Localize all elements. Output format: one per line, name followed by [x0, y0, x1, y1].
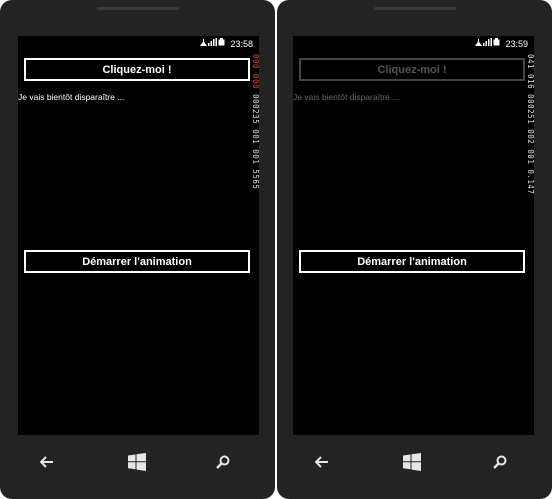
status-icons [475, 38, 500, 46]
back-arrow-icon[interactable] [38, 453, 56, 471]
frame-rate-counter-values: 000235 001 001 5565 [251, 94, 259, 190]
hardware-nav-bar [277, 435, 552, 499]
search-icon[interactable] [214, 453, 232, 471]
phone-left: 23:58 Cliquez-moi ! Je vais bientôt disp… [0, 0, 275, 499]
click-me-button[interactable]: Cliquez-moi ! [24, 58, 250, 81]
phone-screen: 23:58 Cliquez-moi ! Je vais bientôt disp… [18, 36, 259, 435]
speaker-grille [374, 7, 456, 10]
signal-icon [475, 39, 482, 46]
search-icon[interactable] [491, 453, 509, 471]
status-bar: 23:58 [18, 36, 259, 52]
hardware-nav-bar [0, 435, 275, 499]
status-bar: 23:59 [293, 36, 534, 52]
battery-icon [493, 38, 500, 46]
frame-rate-counter-highlight: 000 000 [251, 54, 259, 90]
speaker-grille [97, 7, 179, 10]
back-arrow-icon[interactable] [313, 453, 331, 471]
status-clock: 23:59 [505, 39, 528, 49]
network-icon [208, 38, 217, 46]
signal-icon [200, 39, 207, 46]
frame-rate-counter: 000 000 000235 001 001 5565 [251, 54, 259, 189]
battery-icon [218, 38, 225, 46]
status-icons [200, 38, 225, 46]
windows-logo-icon[interactable] [128, 453, 146, 471]
start-animation-button[interactable]: Démarrer l'animation [24, 250, 250, 273]
fading-text: Je vais bientôt disparaître ... [293, 92, 400, 102]
status-clock: 23:58 [230, 39, 253, 49]
phone-right: 23:59 Cliquez-moi ! Je vais bientôt disp… [277, 0, 552, 499]
fading-text: Je vais bientôt disparaître ... [18, 92, 125, 102]
windows-logo-icon[interactable] [403, 453, 421, 471]
network-icon [483, 38, 492, 46]
frame-rate-counter: 041 016 000251 002 001 0.147 [526, 54, 534, 195]
click-me-button[interactable]: Cliquez-moi ! [299, 58, 525, 81]
start-animation-button[interactable]: Démarrer l'animation [299, 250, 525, 273]
phone-screen: 23:59 Cliquez-moi ! Je vais bientôt disp… [293, 36, 534, 435]
